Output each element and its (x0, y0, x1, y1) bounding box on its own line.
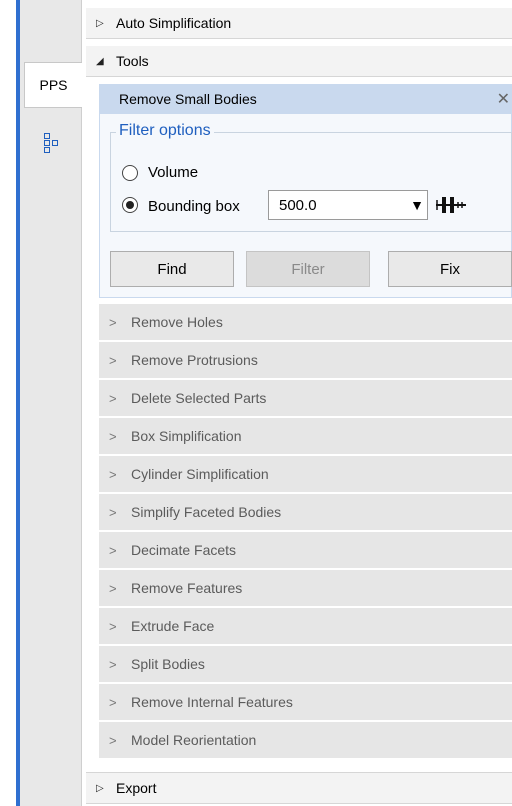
tool-label: Decimate Facets (131, 542, 237, 558)
filter-options-label: Filter options (116, 122, 214, 140)
remove-small-bodies-title: Remove Small Bodies (119, 91, 257, 107)
find-button[interactable]: Find (110, 251, 234, 287)
volume-radio-label: Volume (148, 164, 199, 181)
tab-pps-label: PPS (39, 77, 68, 93)
fix-button[interactable]: Fix (388, 251, 512, 287)
tool-label: Box Simplification (131, 428, 242, 444)
chevron-right-icon: > (109, 504, 117, 520)
filter-button-label: Filter (291, 260, 325, 278)
section-tools-label: Tools (116, 53, 149, 69)
tool-label: Model Reorientation (131, 732, 257, 748)
tool-label: Split Bodies (131, 656, 205, 672)
chevron-right-icon: > (109, 618, 117, 634)
tool-decimate-facets[interactable]: > Decimate Facets (99, 532, 512, 570)
left-window-edge (0, 0, 20, 806)
ruler-icon[interactable] (432, 194, 468, 216)
chevron-right-icon: > (109, 732, 117, 748)
bounding-box-radio[interactable] (122, 197, 138, 213)
tool-remove-internal-features[interactable]: > Remove Internal Features (99, 684, 512, 722)
tool-extrude-face[interactable]: > Extrude Face (99, 608, 512, 646)
close-icon[interactable]: ✕ (497, 89, 510, 109)
tool-cylinder-simplification[interactable]: > Cylinder Simplification (99, 456, 512, 494)
section-tools[interactable]: ◢ Tools (86, 46, 512, 77)
chevron-right-icon: > (109, 352, 117, 368)
filter-button[interactable]: Filter (246, 251, 370, 287)
tab-structure[interactable] (36, 128, 66, 158)
chevron-right-icon: > (109, 428, 117, 444)
chevron-right-icon: > (109, 656, 117, 672)
section-auto-simplification[interactable]: ▷ Auto Simplification (86, 8, 512, 39)
chevron-right-icon: > (109, 390, 117, 406)
section-auto-simplification-label: Auto Simplification (116, 15, 232, 31)
chevron-right-icon: > (109, 542, 117, 558)
collapse-triangle-icon: ◢ (96, 55, 104, 67)
fix-button-label: Fix (440, 260, 460, 278)
tool-label: Simplify Faceted Bodies (131, 504, 282, 520)
dropdown-arrow-icon[interactable]: ▼ (407, 197, 427, 213)
chevron-right-icon: > (109, 694, 117, 710)
size-value-combobox[interactable]: 500.0 ▼ (268, 190, 428, 220)
vertical-tab-strip (20, 0, 82, 806)
tool-remove-features[interactable]: > Remove Features (99, 570, 512, 608)
tool-label: Extrude Face (131, 618, 215, 634)
section-export-label: Export (116, 780, 157, 796)
bounding-box-radio-label: Bounding box (148, 198, 240, 215)
tool-simplify-faceted-bodies[interactable]: > Simplify Faceted Bodies (99, 494, 512, 532)
tool-remove-holes[interactable]: > Remove Holes (99, 304, 512, 342)
structure-tree-icon (44, 133, 58, 153)
volume-radio[interactable] (122, 165, 138, 181)
tool-remove-protrusions[interactable]: > Remove Protrusions (99, 342, 512, 380)
chevron-right-icon: > (109, 580, 117, 596)
expand-triangle-icon: ▷ (96, 17, 104, 29)
tool-label: Cylinder Simplification (131, 466, 269, 482)
tool-split-bodies[interactable]: > Split Bodies (99, 646, 512, 684)
find-button-label: Find (157, 260, 187, 278)
section-export[interactable]: ▷ Export (86, 772, 512, 804)
tool-model-reorientation[interactable]: > Model Reorientation (99, 722, 512, 760)
expand-triangle-icon: ▷ (96, 782, 104, 794)
tool-label: Remove Holes (131, 314, 223, 330)
tool-box-simplification[interactable]: > Box Simplification (99, 418, 512, 456)
tool-label: Remove Protrusions (131, 352, 258, 368)
remove-small-bodies-header[interactable]: Remove Small Bodies ✕ (99, 84, 512, 114)
tool-label: Remove Internal Features (131, 694, 293, 710)
size-value: 500.0 (279, 196, 317, 214)
chevron-right-icon: > (109, 466, 117, 482)
tab-pps[interactable]: PPS (24, 62, 82, 108)
tool-label: Delete Selected Parts (131, 390, 267, 406)
chevron-right-icon: > (109, 314, 117, 330)
tool-label: Remove Features (131, 580, 243, 596)
tool-delete-selected-parts[interactable]: > Delete Selected Parts (99, 380, 512, 418)
